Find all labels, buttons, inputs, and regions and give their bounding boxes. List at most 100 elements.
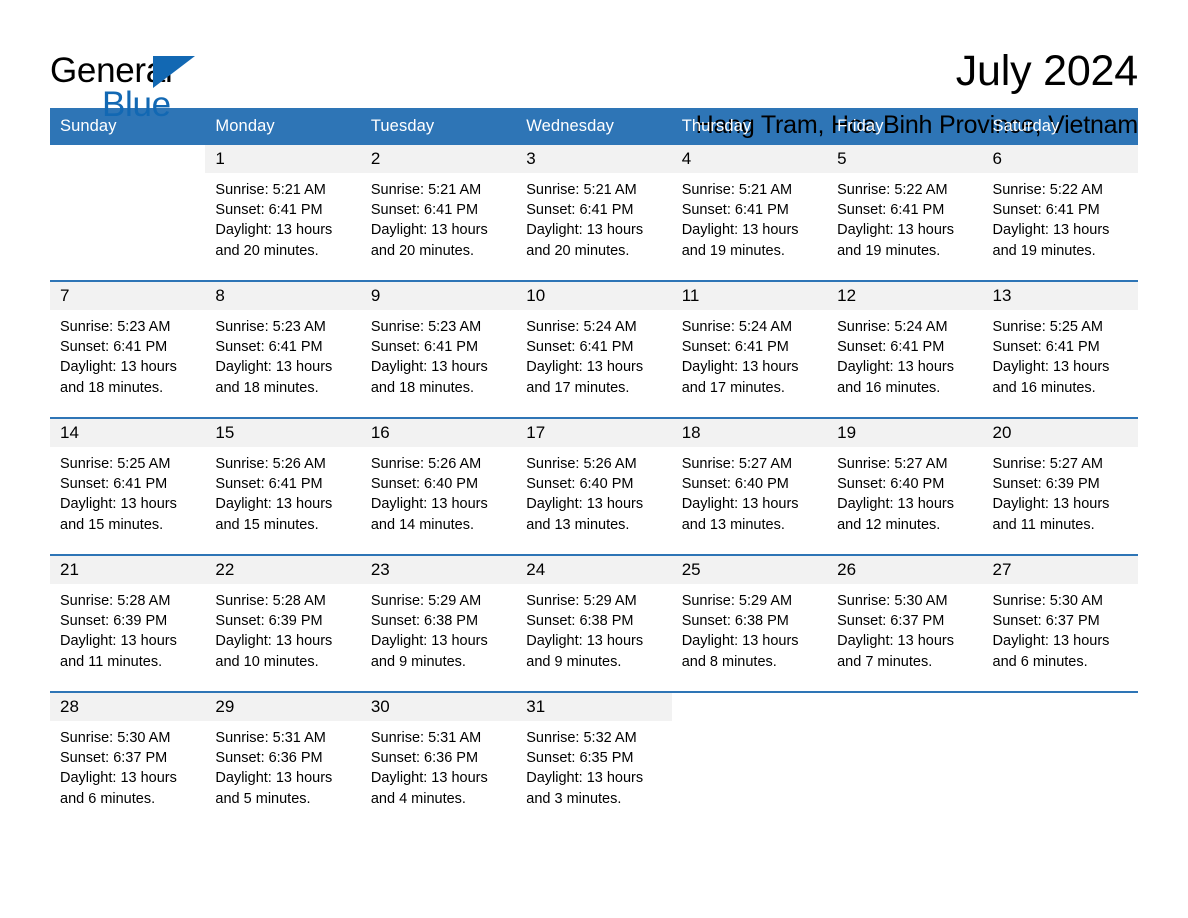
- day-cell[interactable]: 15 Sunrise: 5:26 AM Sunset: 6:41 PM Dayligh…: [205, 419, 361, 554]
- day-cell[interactable]: 4 Sunrise: 5:21 AM Sunset: 6:41 PM Daylight…: [671, 145, 828, 280]
- day-details: Sunrise: 5:24 AM Sunset: 6:41 PM Daylight:…: [827, 310, 982, 398]
- day-number: 14: [50, 419, 206, 447]
- daylight-text-line2: and 7 minutes.: [837, 653, 933, 670]
- sunset-text: Sunset: 6:36 PM: [370, 750, 479, 767]
- sunset-text: Sunset: 6:39 PM: [992, 476, 1100, 493]
- calendar-cell: [671, 691, 828, 828]
- day-cell[interactable]: 10 Sunrise: 5:24 AM Sunset: 6:41 PM Dayligh…: [516, 282, 672, 417]
- day-cell[interactable]: 18 Sunrise: 5:27 AM Sunset: 6:40 PM Dayligh…: [671, 419, 828, 554]
- day-cell[interactable]: 3 Sunrise: 5:21 AM Sunset: 6:41 PM Daylight…: [516, 145, 672, 280]
- day-details: Sunrise: 5:30 AM Sunset: 6:37 PM Daylight:…: [50, 721, 205, 809]
- sunset-text: Sunset: 6:38 PM: [370, 613, 479, 630]
- calendar-cell: 30 Sunrise: 5:31 AM Sunset: 6:36 PM Dayligh…: [360, 691, 517, 828]
- title-block: July 2024 Hang Tram, Hoa Binh Province, …: [695, 44, 1139, 140]
- daylight-text-line1: Daylight: 13 hours: [370, 359, 488, 376]
- day-details: Sunrise: 5:27 AM Sunset: 6:39 PM Daylight:…: [983, 447, 1138, 535]
- day-cell[interactable]: 8 Sunrise: 5:23 AM Sunset: 6:41 PM Daylight…: [205, 282, 361, 417]
- day-number: 10: [516, 282, 672, 310]
- daylight-text-line1: Daylight: 13 hours: [526, 359, 644, 376]
- day-cell[interactable]: 30 Sunrise: 5:31 AM Sunset: 6:36 PM Dayligh…: [360, 693, 517, 828]
- day-cell[interactable]: 20 Sunrise: 5:27 AM Sunset: 6:39 PM Dayligh…: [982, 419, 1138, 554]
- calendar-cell: 3 Sunrise: 5:21 AM Sunset: 6:41 PM Daylight…: [516, 145, 672, 281]
- day-cell[interactable]: 25 Sunrise: 5:29 AM Sunset: 6:38 PM Dayligh…: [671, 556, 828, 691]
- day-cell[interactable]: 14 Sunrise: 5:25 AM Sunset: 6:41 PM Dayligh…: [50, 419, 206, 554]
- calendar-week-row: 14 Sunrise: 5:25 AM Sunset: 6:41 PM Dayligh…: [50, 417, 1138, 555]
- day-number: 27: [982, 556, 1138, 584]
- calendar-cell: 28 Sunrise: 5:30 AM Sunset: 6:37 PM Dayligh…: [50, 691, 206, 828]
- sunset-text: Sunset: 6:35 PM: [526, 750, 634, 767]
- day-cell[interactable]: 6 Sunrise: 5:22 AM Sunset: 6:41 PM Daylight…: [982, 145, 1138, 280]
- day-cell[interactable]: 2 Sunrise: 5:21 AM Sunset: 6:41 PM Daylight…: [360, 145, 517, 280]
- daylight-text-line1: Daylight: 13 hours: [837, 222, 954, 239]
- day-cell[interactable]: 5 Sunrise: 5:22 AM Sunset: 6:41 PM Daylight…: [827, 145, 983, 280]
- daylight-text-line2: and 9 minutes.: [526, 653, 622, 670]
- sunrise-text: Sunrise: 5:21 AM: [526, 182, 637, 198]
- sunset-text: Sunset: 6:41 PM: [837, 339, 945, 356]
- location-subtitle: Hang Tram, Hoa Binh Province, Vietnam: [695, 111, 1139, 139]
- day-cell[interactable]: 17 Sunrise: 5:26 AM Sunset: 6:40 PM Dayligh…: [516, 419, 672, 554]
- calendar-cell: 2 Sunrise: 5:21 AM Sunset: 6:41 PM Daylight…: [360, 145, 517, 281]
- calendar-cell: 12 Sunrise: 5:24 AM Sunset: 6:41 PM Dayligh…: [827, 280, 983, 418]
- daylight-text-line2: and 20 minutes.: [370, 242, 475, 259]
- day-cell[interactable]: 24 Sunrise: 5:29 AM Sunset: 6:38 PM Dayligh…: [516, 556, 672, 691]
- calendar-cell: [50, 145, 205, 281]
- calendar-cell: 8 Sunrise: 5:23 AM Sunset: 6:41 PM Daylight…: [205, 280, 361, 418]
- calendar-cell: 22 Sunrise: 5:28 AM Sunset: 6:39 PM Dayligh…: [205, 554, 361, 692]
- sunset-text: Sunset: 6:40 PM: [526, 476, 634, 493]
- day-cell[interactable]: 11 Sunrise: 5:24 AM Sunset: 6:41 PM Dayligh…: [671, 282, 828, 417]
- day-number: 6: [982, 145, 1138, 173]
- triangle-flag-icon: [153, 56, 195, 88]
- sunset-text: Sunset: 6:40 PM: [681, 476, 789, 493]
- sunset-text: Sunset: 6:37 PM: [837, 613, 945, 630]
- daylight-text-line2: and 3 minutes.: [526, 790, 622, 807]
- day-cell[interactable]: 28 Sunrise: 5:30 AM Sunset: 6:37 PM Dayligh…: [50, 693, 206, 828]
- daylight-text-line1: Daylight: 13 hours: [681, 359, 799, 376]
- day-cell[interactable]: 21 Sunrise: 5:28 AM Sunset: 6:39 PM Dayligh…: [50, 556, 206, 691]
- calendar-cell: 20 Sunrise: 5:27 AM Sunset: 6:39 PM Dayligh…: [982, 417, 1138, 555]
- weekday-header-tuesday: Tuesday: [360, 108, 517, 145]
- day-number: [983, 693, 1138, 721]
- day-details: Sunrise: 5:26 AM Sunset: 6:40 PM Daylight:…: [361, 447, 516, 535]
- day-number: 12: [827, 282, 983, 310]
- day-cell[interactable]: 12 Sunrise: 5:24 AM Sunset: 6:41 PM Dayligh…: [827, 282, 983, 417]
- sunrise-text: Sunrise: 5:31 AM: [370, 730, 482, 746]
- day-cell[interactable]: 31 Sunrise: 5:32 AM Sunset: 6:35 PM Dayligh…: [516, 693, 672, 828]
- calendar-week-row: 1 Sunrise: 5:21 AM Sunset: 6:41 PM Daylight…: [50, 145, 1138, 281]
- daylight-text-line2: and 18 minutes.: [60, 379, 164, 396]
- day-cell[interactable]: 9 Sunrise: 5:23 AM Sunset: 6:41 PM Daylight…: [360, 282, 517, 417]
- sunset-text: Sunset: 6:38 PM: [681, 613, 789, 630]
- day-cell[interactable]: 13 Sunrise: 5:25 AM Sunset: 6:41 PM Dayligh…: [982, 282, 1138, 417]
- daylight-text-line2: and 5 minutes.: [215, 790, 311, 807]
- daylight-text-line1: Daylight: 13 hours: [215, 359, 333, 376]
- day-cell[interactable]: 7 Sunrise: 5:23 AM Sunset: 6:41 PM Daylight…: [50, 282, 206, 417]
- day-cell[interactable]: 19 Sunrise: 5:27 AM Sunset: 6:40 PM Dayligh…: [827, 419, 983, 554]
- day-cell[interactable]: 16 Sunrise: 5:26 AM Sunset: 6:40 PM Dayligh…: [360, 419, 517, 554]
- brand-logo: General Blue: [50, 44, 250, 130]
- day-cell[interactable]: 23 Sunrise: 5:29 AM Sunset: 6:38 PM Dayligh…: [360, 556, 517, 691]
- calendar-cell: 10 Sunrise: 5:24 AM Sunset: 6:41 PM Dayligh…: [516, 280, 672, 418]
- calendar-page: General Blue July 2024 Hang Tram, Hoa Bi…: [0, 0, 1188, 918]
- calendar-cell: 1 Sunrise: 5:21 AM Sunset: 6:41 PM Daylight…: [205, 145, 361, 281]
- day-cell[interactable]: 26 Sunrise: 5:30 AM Sunset: 6:37 PM Dayligh…: [827, 556, 983, 691]
- daylight-text-line2: and 17 minutes.: [526, 379, 630, 396]
- daylight-text-line1: Daylight: 13 hours: [837, 359, 954, 376]
- sunrise-text: Sunrise: 5:30 AM: [60, 730, 171, 746]
- calendar-cell: 18 Sunrise: 5:27 AM Sunset: 6:40 PM Dayligh…: [671, 417, 828, 555]
- day-number: 9: [360, 282, 517, 310]
- day-cell[interactable]: 22 Sunrise: 5:28 AM Sunset: 6:39 PM Dayligh…: [205, 556, 361, 691]
- sunrise-text: Sunrise: 5:22 AM: [837, 182, 948, 198]
- day-number: 19: [827, 419, 983, 447]
- day-cell[interactable]: 1 Sunrise: 5:21 AM Sunset: 6:41 PM Daylight…: [205, 145, 361, 280]
- day-cell[interactable]: 29 Sunrise: 5:31 AM Sunset: 6:36 PM Dayligh…: [205, 693, 361, 828]
- day-number: 28: [50, 693, 206, 721]
- day-cell[interactable]: 27 Sunrise: 5:30 AM Sunset: 6:37 PM Dayligh…: [982, 556, 1138, 691]
- day-number: 18: [671, 419, 828, 447]
- sunset-text: Sunset: 6:41 PM: [681, 339, 789, 356]
- day-number: 23: [360, 556, 517, 584]
- sunset-text: Sunset: 6:41 PM: [526, 202, 634, 219]
- brand-name-general: General: [50, 51, 173, 90]
- day-number: 31: [516, 693, 672, 721]
- daylight-text-line1: Daylight: 13 hours: [681, 222, 799, 239]
- sunrise-text: Sunrise: 5:22 AM: [992, 182, 1103, 198]
- calendar-cell: 6 Sunrise: 5:22 AM Sunset: 6:41 PM Daylight…: [982, 145, 1138, 281]
